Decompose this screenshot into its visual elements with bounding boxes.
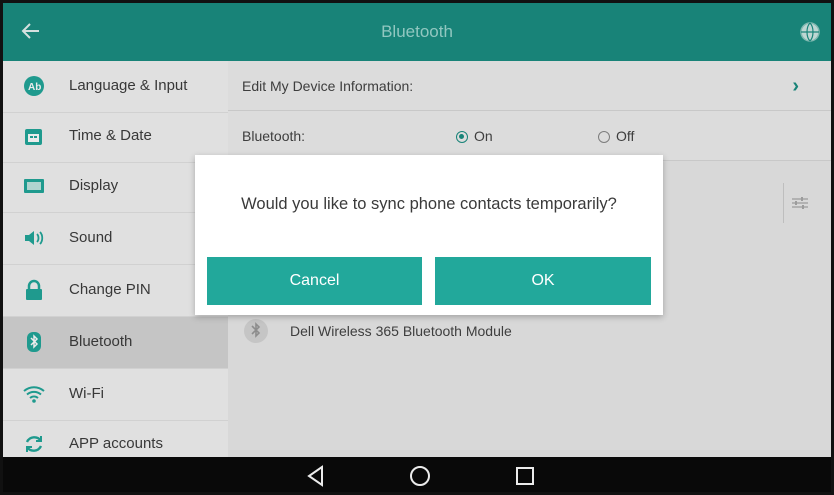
sync-contacts-dialog: Would you like to sync phone contacts te… [195, 155, 663, 315]
cancel-button[interactable]: Cancel [207, 257, 422, 305]
ok-button[interactable]: OK [435, 257, 651, 305]
dialog-message: Would you like to sync phone contacts te… [241, 195, 617, 213]
phone-screen: Bluetooth Ab Language & Input Time & Dat… [0, 0, 834, 495]
